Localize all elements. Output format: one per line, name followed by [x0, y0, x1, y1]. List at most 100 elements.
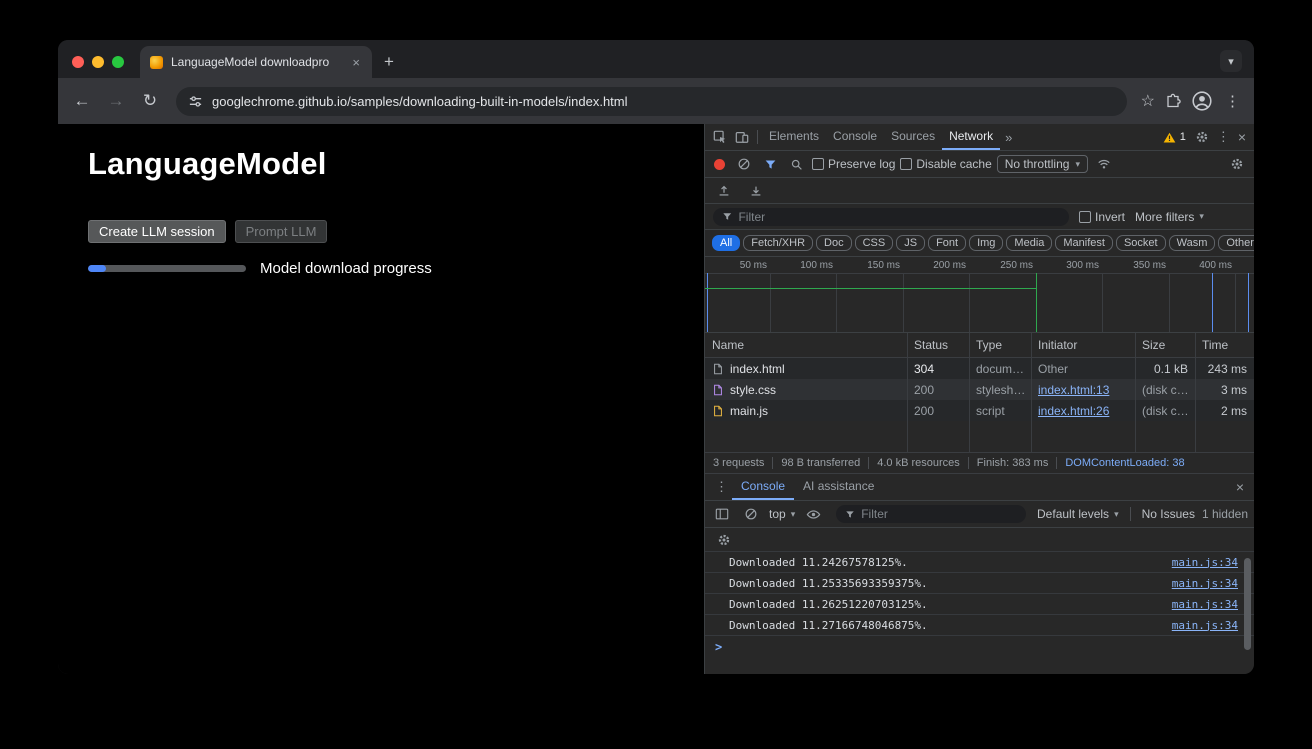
- window-maximize-button[interactable]: [112, 56, 124, 68]
- preserve-log-box[interactable]: [812, 158, 824, 170]
- console-message-row[interactable]: Downloaded 11.25335693359375%. main.js:3…: [705, 573, 1254, 594]
- export-har-icon[interactable]: [745, 184, 767, 198]
- filter-chip-fetch-xhr[interactable]: Fetch/XHR: [743, 235, 813, 251]
- table-body: index.html 304 docum… Other 0.1 kB 243 m…: [705, 358, 1254, 452]
- browser-menu-icon[interactable]: ⋮: [1223, 92, 1242, 110]
- clear-console-icon[interactable]: [740, 507, 762, 521]
- network-request-row[interactable]: style.css 200 stylesh… index.html:13 (di…: [705, 379, 1254, 400]
- site-settings-icon[interactable]: [188, 94, 203, 109]
- drawer-tab-console[interactable]: Console: [732, 474, 794, 500]
- devtools-close-icon[interactable]: ×: [1234, 129, 1250, 145]
- back-button[interactable]: ←: [70, 91, 94, 111]
- record-network-log-button[interactable]: [714, 159, 725, 170]
- filter-chip-all[interactable]: All: [712, 235, 740, 251]
- extensions-icon[interactable]: [1165, 93, 1181, 109]
- network-request-row[interactable]: index.html 304 docum… Other 0.1 kB 243 m…: [705, 358, 1254, 379]
- devtools-menu-icon[interactable]: ⋮: [1213, 129, 1234, 145]
- console-filter-input-wrap[interactable]: [836, 505, 1026, 523]
- log-levels-dropdown[interactable]: Default levels ▾: [1037, 507, 1119, 521]
- network-overview-timeline[interactable]: 50 ms 100 ms 150 ms 200 ms 250 ms 300 ms…: [705, 257, 1254, 333]
- filter-chip-img[interactable]: Img: [969, 235, 1003, 251]
- invert-box[interactable]: [1079, 211, 1091, 223]
- col-size[interactable]: Size: [1135, 338, 1195, 352]
- clear-network-log-icon[interactable]: [733, 157, 755, 171]
- console-source-link[interactable]: main.js:34: [1172, 577, 1238, 590]
- filter-chip-doc[interactable]: Doc: [816, 235, 852, 251]
- address-bar[interactable]: googlechrome.github.io/samples/downloadi…: [176, 87, 1127, 116]
- devtools-settings-gear-icon[interactable]: [1191, 130, 1213, 144]
- reload-button[interactable]: ↻: [138, 91, 162, 111]
- tab-network[interactable]: Network: [942, 124, 1000, 150]
- invert-checkbox[interactable]: Invert: [1079, 210, 1125, 224]
- console-sidebar-icon[interactable]: [711, 507, 733, 521]
- profile-avatar[interactable]: [1191, 90, 1213, 112]
- console-message-row[interactable]: Downloaded 11.26251220703125%. main.js:3…: [705, 594, 1254, 615]
- transferred: 98 B transferred: [781, 457, 860, 469]
- network-filter-input-wrap[interactable]: [713, 208, 1069, 226]
- filter-chip-wasm[interactable]: Wasm: [1169, 235, 1216, 251]
- console-source-link[interactable]: main.js:34: [1172, 619, 1238, 632]
- drawer-close-icon[interactable]: ×: [1232, 479, 1248, 495]
- console-source-link[interactable]: main.js:34: [1172, 556, 1238, 569]
- drawer-tab-ai-assistance[interactable]: AI assistance: [794, 474, 883, 500]
- col-type[interactable]: Type: [969, 338, 1031, 352]
- create-llm-session-button[interactable]: Create LLM session: [88, 220, 226, 243]
- network-request-row[interactable]: main.js 200 script index.html:26 (disk c…: [705, 400, 1254, 421]
- console-filter-input[interactable]: [861, 507, 1017, 521]
- filter-toggle-icon[interactable]: [760, 158, 781, 171]
- domcontentloaded-time: DOMContentLoaded: 38: [1065, 457, 1184, 469]
- filter-chip-manifest[interactable]: Manifest: [1055, 235, 1113, 251]
- console-prompt[interactable]: >: [705, 636, 1254, 658]
- initiator-link[interactable]: index.html:26: [1038, 404, 1109, 418]
- hidden-count-label[interactable]: 1 hidden: [1202, 507, 1248, 521]
- console-source-link[interactable]: main.js:34: [1172, 598, 1238, 611]
- no-issues-label[interactable]: No Issues: [1142, 507, 1195, 521]
- timeline-tick: 300 ms: [1066, 260, 1099, 271]
- eye-icon[interactable]: [802, 507, 825, 522]
- filter-chip-js[interactable]: JS: [896, 235, 925, 251]
- console-settings-gear-icon[interactable]: [713, 533, 735, 547]
- tab-sources[interactable]: Sources: [884, 124, 942, 150]
- preserve-log-checkbox[interactable]: Preserve log: [812, 157, 895, 171]
- drawer-menu-icon[interactable]: ⋮: [711, 479, 732, 495]
- url-text[interactable]: googlechrome.github.io/samples/downloadi…: [212, 94, 628, 109]
- console-scrollbar[interactable]: [1244, 558, 1251, 650]
- filter-chip-css[interactable]: CSS: [855, 235, 894, 251]
- search-network-icon[interactable]: [786, 158, 807, 171]
- import-har-icon[interactable]: [713, 184, 735, 198]
- col-status[interactable]: Status: [907, 338, 969, 352]
- window-close-button[interactable]: [72, 56, 84, 68]
- more-filters-dropdown[interactable]: More filters ▾: [1135, 210, 1204, 224]
- console-message-row[interactable]: Downloaded 11.24267578125%. main.js:34: [705, 552, 1254, 573]
- tab-close-icon[interactable]: ×: [350, 54, 362, 71]
- col-time[interactable]: Time: [1195, 338, 1254, 352]
- network-filter-input[interactable]: [738, 210, 1060, 224]
- filter-chip-font[interactable]: Font: [928, 235, 966, 251]
- tab-elements[interactable]: Elements: [762, 124, 826, 150]
- col-name[interactable]: Name: [705, 338, 907, 352]
- filter-chip-socket[interactable]: Socket: [1116, 235, 1166, 251]
- filter-chip-other[interactable]: Other: [1218, 235, 1254, 251]
- throttling-select[interactable]: No throttling ▾: [997, 155, 1088, 173]
- inspect-element-icon[interactable]: [709, 130, 731, 144]
- device-toolbar-icon[interactable]: [731, 130, 753, 144]
- filter-chip-media[interactable]: Media: [1006, 235, 1052, 251]
- more-tabs-icon[interactable]: »: [1000, 130, 1017, 145]
- disable-cache-box[interactable]: [900, 158, 912, 170]
- initiator-link[interactable]: index.html:13: [1038, 383, 1109, 397]
- web-page: LanguageModel Create LLM session Prompt …: [58, 124, 704, 674]
- page-title: LanguageModel: [88, 146, 327, 182]
- console-context-selector[interactable]: top ▾: [769, 507, 795, 521]
- network-settings-gear-icon[interactable]: [1226, 157, 1248, 171]
- col-initiator[interactable]: Initiator: [1031, 338, 1135, 352]
- tab-console[interactable]: Console: [826, 124, 884, 150]
- network-conditions-icon[interactable]: [1093, 157, 1115, 171]
- new-tab-button[interactable]: +: [372, 52, 406, 78]
- console-message-row[interactable]: Downloaded 11.27166748046875%. main.js:3…: [705, 615, 1254, 636]
- window-minimize-button[interactable]: [92, 56, 104, 68]
- tab-search-chevron-icon[interactable]: ▾: [1220, 50, 1242, 72]
- bookmark-star-icon[interactable]: ☆: [1141, 91, 1155, 111]
- issues-badge[interactable]: 1: [1158, 131, 1191, 143]
- disable-cache-checkbox[interactable]: Disable cache: [900, 157, 991, 171]
- browser-tab[interactable]: LanguageModel downloadpro ×: [140, 46, 372, 78]
